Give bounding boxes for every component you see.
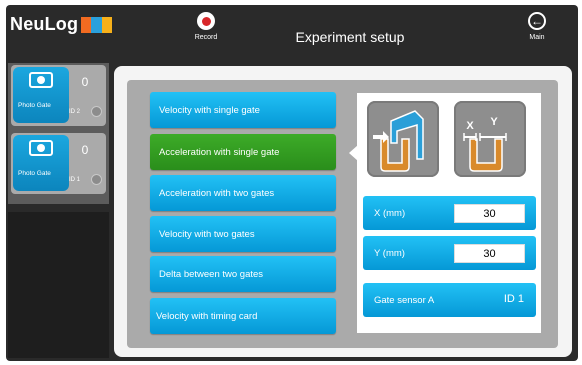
experiment-acceleration-single-gate[interactable]: Acceleration with single gate [150,134,336,170]
sensor-value: 0 [81,143,89,157]
back-arrow-icon: ← [528,12,546,30]
sensor-list: Photo Gate 0 ID 2 Photo Gate 0 ID 1 [8,63,109,204]
y-field: Y (mm) [363,236,536,270]
gate-sensor-button[interactable]: Gate sensor A ID 1 [363,283,536,317]
gate-sensor-label: Gate sensor A [374,295,435,306]
x-dimension-label: X [466,120,474,132]
sensor-name: Photo Gate [18,170,51,177]
photo-gate-flag-icon [373,110,424,172]
experiment-velocity-timing-card[interactable]: Velocity with timing card [150,298,336,334]
mode-flag-button[interactable] [367,101,439,177]
sensor-module-1[interactable]: Photo Gate 0 ID 2 [11,65,106,126]
logo-mark-icon [81,16,113,33]
empty-panel [8,212,109,358]
sensor-id: ID 1 [69,177,81,183]
y-dimension-label: Y [490,116,498,128]
y-input[interactable] [454,244,525,263]
experiment-delta-two-gates[interactable]: Delta between two gates [150,256,336,292]
sensor-checkbox[interactable] [91,106,102,117]
main-button[interactable]: ← Main [520,12,554,41]
x-field: X (mm) [363,196,536,230]
eye-icon [29,140,53,156]
x-label: X (mm) [374,208,406,219]
experiment-acceleration-two-gates[interactable]: Acceleration with two gates [150,175,336,211]
record-icon [197,12,215,30]
sensor-checkbox[interactable] [91,174,102,185]
experiment-velocity-two-gates[interactable]: Velocity with two gates [150,216,336,252]
sensor-name: Photo Gate [18,102,51,109]
sensor-tile[interactable]: Photo Gate [13,135,69,191]
logo-text: NeuLog [10,14,79,34]
mode-xy-button[interactable]: X Y [454,101,526,177]
photo-gate-xy-icon: X Y [463,116,507,172]
page-title: Experiment setup [295,29,405,45]
x-input[interactable] [454,204,525,223]
main-label: Main [529,34,545,41]
y-label: Y (mm) [374,248,405,259]
neulog-logo: NeuLog [10,14,113,35]
sensor-id: ID 2 [69,109,81,115]
sensor-module-2[interactable]: Photo Gate 0 ID 1 [11,133,106,194]
gate-sensor-value: ID 1 [503,293,524,305]
experiment-velocity-single-gate[interactable]: Velocity with single gate [150,92,336,128]
eye-icon [29,72,53,88]
sensor-value: 0 [81,75,89,89]
record-label: Record [194,34,218,41]
selection-pointer [349,145,358,161]
sensor-tile[interactable]: Photo Gate [13,67,69,123]
record-button[interactable]: Record [189,12,223,41]
